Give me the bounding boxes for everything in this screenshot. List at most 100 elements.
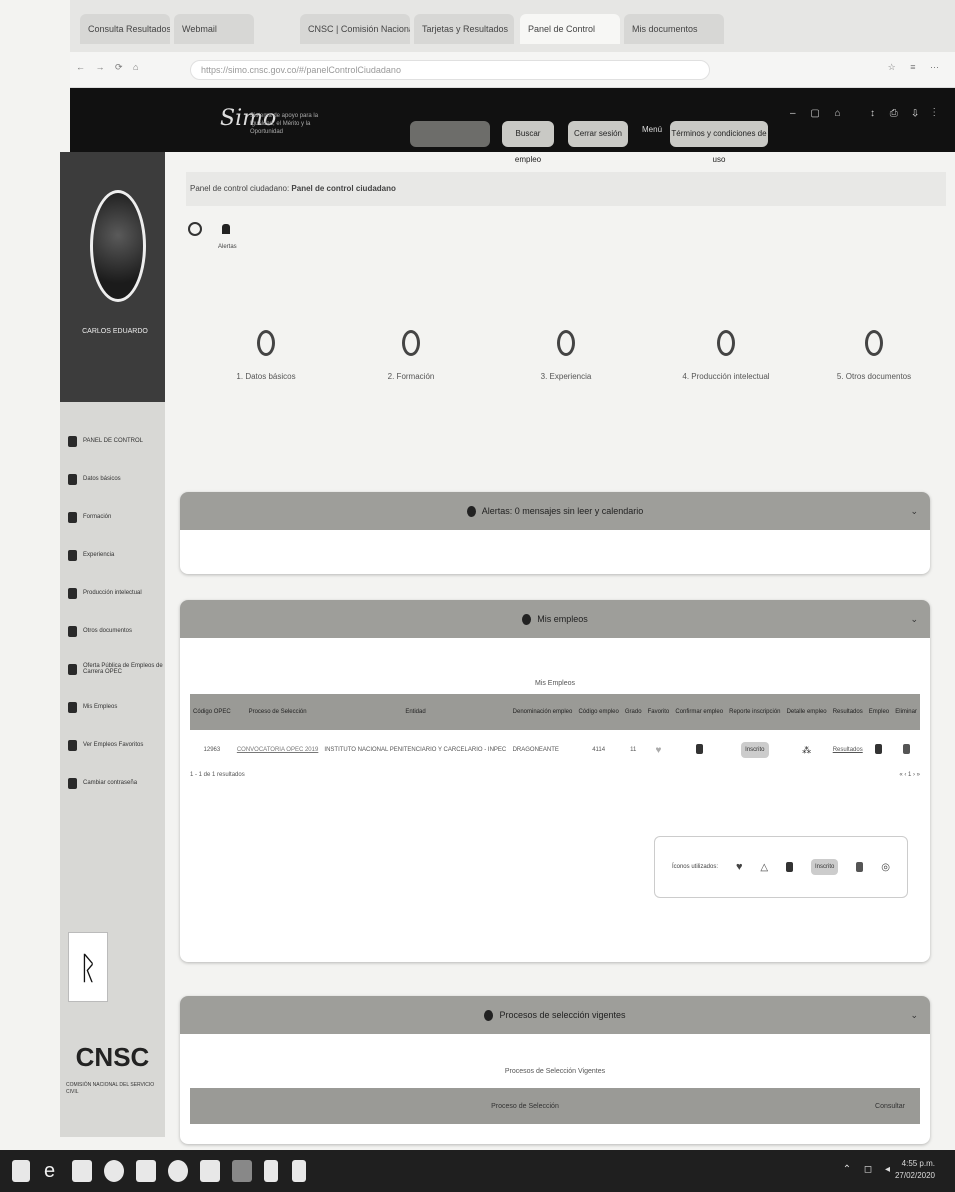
proceso-link[interactable]: CONVOCATORIA OPEC 2019: [237, 747, 318, 753]
col-header[interactable]: Proceso de Selección: [190, 1103, 860, 1110]
sidebar-item-experiencia[interactable]: Experiencia: [60, 536, 165, 574]
document-icon[interactable]: [200, 1160, 220, 1182]
browser-tab[interactable]: Consulta Resultados: [80, 14, 170, 44]
window-controls[interactable]: – ▢ ⌂: [790, 108, 847, 119]
book-icon: [68, 587, 77, 599]
pagination[interactable]: « ‹ 1 › »: [899, 772, 920, 778]
collapse-icon[interactable]: ⌄: [910, 996, 918, 1034]
inscrito-badge[interactable]: Inscrito: [741, 742, 769, 758]
browser-nav-icons[interactable]: ← → ⟳ ⌂: [76, 62, 142, 73]
cell-proceso-link[interactable]: CONVOCATORIA OPEC 2019: [234, 730, 322, 770]
browser-tab[interactable]: Webmail: [174, 14, 254, 44]
step-datos-basicos[interactable]: 1. Datos básicos: [206, 330, 326, 381]
cell-resultados[interactable]: Resultados: [830, 730, 866, 770]
step-otros-documentos[interactable]: 5. Otros documentos: [814, 330, 934, 381]
alerts-panel-header[interactable]: Alertas: 0 mensajes sin leer y calendari…: [180, 492, 930, 530]
col-header[interactable]: Reporte inscripción: [726, 694, 784, 730]
col-header[interactable]: Empleo: [865, 694, 893, 730]
star-icon: [68, 739, 77, 751]
delete-icon[interactable]: [902, 744, 910, 754]
browser-tab[interactable]: Mis documentos: [624, 14, 724, 44]
col-header[interactable]: Entidad: [321, 694, 510, 730]
processes-table-title: Procesos de Selección Vigentes: [504, 1068, 606, 1075]
alerts-label[interactable]: Alertas: [218, 244, 237, 250]
sidebar-item-panel[interactable]: PANEL DE CONTROL: [60, 422, 165, 460]
browser-menu-icons[interactable]: ☆ ≡ ⋯: [888, 62, 945, 73]
browser-tab-active[interactable]: Panel de Control: [520, 14, 620, 44]
cell-empleo[interactable]: [866, 730, 892, 770]
step-icon: [717, 330, 735, 356]
sidebar-item-opec[interactable]: Oferta Pública de Empleos de Carrera OPE…: [60, 650, 165, 688]
col-header[interactable]: Código OPEC: [190, 694, 234, 730]
cell-eliminar[interactable]: [892, 730, 920, 770]
cnsc-emblem: ᚱ: [68, 932, 108, 1002]
detail-icon[interactable]: ⁂: [802, 745, 811, 755]
key-icon: [68, 777, 77, 789]
files-icon[interactable]: [136, 1160, 156, 1182]
windows-start-icon[interactable]: [12, 1160, 30, 1182]
col-header[interactable]: Favorito: [644, 694, 673, 730]
word-icon[interactable]: [264, 1160, 278, 1182]
col-header[interactable]: Eliminar: [892, 694, 920, 730]
store-icon[interactable]: [72, 1160, 92, 1182]
step-experiencia[interactable]: 3. Experiencia: [506, 330, 626, 381]
step-produccion[interactable]: 4. Producción intelectual: [666, 330, 786, 381]
dashboard-icon: [68, 435, 77, 447]
sidebar-item-password[interactable]: Cambiar contraseña: [60, 764, 165, 802]
app-icon[interactable]: [168, 1160, 188, 1182]
heart-icon[interactable]: ♥: [655, 745, 661, 756]
jobs-panel-header[interactable]: Mis empleos ⌄: [180, 600, 930, 638]
edge-icon[interactable]: e: [44, 1160, 64, 1182]
col-header[interactable]: Código empleo: [575, 694, 622, 730]
system-tray-icons[interactable]: ⌃ ◻ ◂: [843, 1164, 895, 1175]
cell-detalle[interactable]: ⁂: [784, 730, 830, 770]
col-header[interactable]: Proceso de Selección: [233, 694, 322, 730]
collapse-icon[interactable]: ⌄: [910, 492, 918, 530]
sidebar-item-datos[interactable]: Datos básicos: [60, 460, 165, 498]
settings-icon[interactable]: [188, 222, 202, 236]
clock[interactable]: 4:55 p.m. 27/02/2020: [895, 1158, 935, 1182]
col-header[interactable]: Confirmar empleo: [672, 694, 727, 730]
sidebar-item-label: PANEL DE CONTROL: [83, 438, 144, 444]
browser-tab[interactable]: Tarjetas y Resultados: [414, 14, 514, 44]
terms-button[interactable]: Términos y condiciones de uso: [670, 121, 768, 164]
col-header[interactable]: Resultados: [829, 694, 866, 730]
sidebar-item-produccion[interactable]: Producción intelectual: [60, 574, 165, 612]
col-header[interactable]: Denominación empleo: [509, 694, 576, 730]
menu-label[interactable]: Menú: [642, 125, 662, 134]
col-header[interactable]: Consultar: [860, 1103, 920, 1110]
bell-icon[interactable]: [222, 224, 230, 234]
confirm-icon[interactable]: [695, 744, 703, 754]
collapse-icon[interactable]: ⌄: [910, 600, 918, 638]
processes-panel-title: Procesos de selección vigentes: [499, 1010, 626, 1020]
job-doc-icon[interactable]: [875, 744, 883, 754]
sidebar-item-otros[interactable]: Otros documentos: [60, 612, 165, 650]
col-header[interactable]: Grado: [621, 694, 645, 730]
results-link[interactable]: Resultados: [833, 747, 863, 753]
search-job-button[interactable]: Buscar empleo: [502, 121, 554, 164]
cell-reporte[interactable]: Inscrito: [726, 730, 783, 770]
url-field[interactable]: https://simo.cnsc.gov.co/#/panelControlC…: [190, 60, 710, 80]
col-header[interactable]: Detalle empleo: [783, 694, 830, 730]
clock-date: 27/02/2020: [894, 1171, 935, 1180]
chrome-icon[interactable]: [104, 1160, 124, 1182]
sidebar-item-formacion[interactable]: Formación: [60, 498, 165, 536]
step-formacion[interactable]: 2. Formación: [351, 330, 471, 381]
excel-icon[interactable]: [292, 1160, 306, 1182]
processes-table-header: Proceso de Selección Consultar: [190, 1088, 920, 1124]
photos-icon[interactable]: [232, 1160, 252, 1182]
legend-label: Íconos utilizados:: [671, 864, 718, 870]
processes-panel-header[interactable]: Procesos de selección vigentes ⌄: [180, 996, 930, 1034]
toolbar-icons[interactable]: ↕ ⎙ ⇩ ⋮: [870, 108, 942, 119]
logout-button[interactable]: Cerrar sesión: [568, 121, 628, 147]
cell-confirmar[interactable]: [672, 730, 726, 770]
sidebar-item-label: Oferta Pública de Empleos de Carrera OPE…: [83, 663, 163, 675]
address-bar: ← → ⟳ ⌂ https://simo.cnsc.gov.co/#/panel…: [70, 52, 955, 88]
sidebar-item-label: Otros documentos: [83, 628, 133, 634]
sidebar-item-mis-empleos[interactable]: Mis Empleos: [60, 688, 165, 726]
browser-tab[interactable]: CNSC | Comisión Nacional: [300, 14, 410, 44]
user-icon: [68, 473, 77, 485]
cell-favorito[interactable]: ♥: [645, 730, 673, 770]
sidebar-item-favoritos[interactable]: Ver Empleos Favoritos: [60, 726, 165, 764]
check-icon: [484, 1010, 494, 1022]
